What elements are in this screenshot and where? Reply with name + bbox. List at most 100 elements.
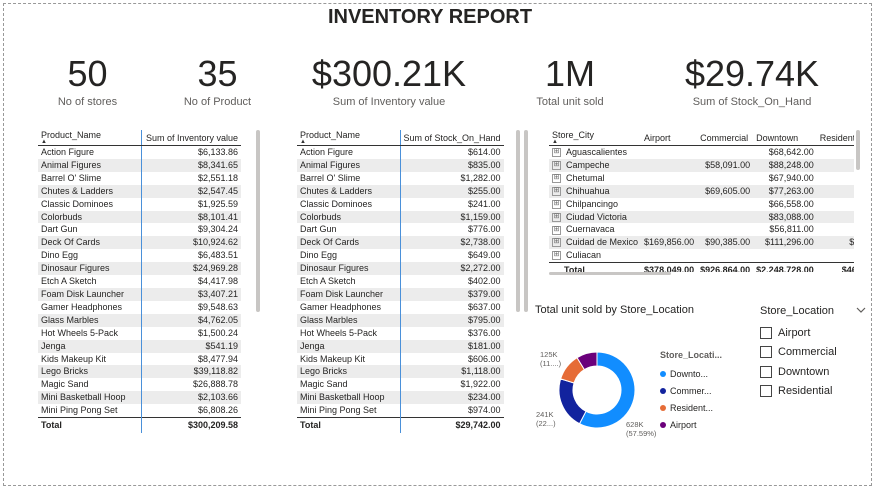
- expand-icon[interactable]: ⊞: [552, 186, 561, 196]
- matrix-horizontal-scrollbar[interactable]: [549, 272, 671, 275]
- table-row[interactable]: Dino Egg $6,483.51: [38, 249, 241, 263]
- expand-icon[interactable]: ⊞: [552, 161, 561, 171]
- column-header-store-city[interactable]: Store_City ▲: [549, 130, 642, 146]
- matrix-left-scrollbar[interactable]: [524, 130, 528, 312]
- column-header-commercial[interactable]: Commercial: [697, 130, 754, 146]
- table-row[interactable]: Magic Sand $1,922.00: [297, 378, 504, 392]
- table-row[interactable]: Foam Disk Launcher $379.00: [297, 287, 504, 301]
- table-row[interactable]: Dinosaur Figures $2,272.00: [297, 262, 504, 276]
- table-row[interactable]: Chutes & Ladders $255.00: [297, 184, 504, 198]
- table-row[interactable]: Classic Dominoes $1,925.59: [38, 197, 241, 211]
- matrix-row[interactable]: ⊞ Aguascalientes $68,642.00: [549, 146, 854, 159]
- expand-icon[interactable]: ⊞: [552, 212, 561, 222]
- table-row[interactable]: Animal Figures $8,341.65: [38, 158, 241, 172]
- table-row[interactable]: Mini Basketball Hoop $234.00: [297, 391, 504, 405]
- column-header-stock-on-hand[interactable]: Sum of Stock_On_Hand: [400, 130, 504, 146]
- table-row[interactable]: Action Figure $614.00: [297, 145, 504, 159]
- table-row[interactable]: Hot Wheels 5-Pack $1,500.24: [38, 326, 241, 340]
- table-row[interactable]: Classic Dominoes $241.00: [297, 197, 504, 211]
- product-name-cell: Kids Makeup Kit: [38, 352, 142, 366]
- table-row[interactable]: Dart Gun $776.00: [297, 223, 504, 237]
- column-header-airport[interactable]: Airport: [641, 130, 698, 146]
- column-header-downtown[interactable]: Downtown: [753, 130, 817, 146]
- table-row[interactable]: Gamer Headphones $637.00: [297, 300, 504, 314]
- table1-scrollbar[interactable]: [256, 130, 260, 312]
- column-header-residential[interactable]: Residential: [816, 130, 854, 146]
- legend-item-residential[interactable]: Resident...: [660, 399, 722, 416]
- table-row[interactable]: Magic Sand $26,888.78: [38, 378, 241, 392]
- table-row[interactable]: Action Figure $6,133.86: [38, 145, 241, 159]
- stock-on-hand-table[interactable]: Product_Name ▲ Sum of Stock_On_Hand Actio…: [297, 130, 504, 434]
- expand-icon[interactable]: ⊞: [552, 148, 561, 158]
- checkbox[interactable]: [760, 326, 772, 339]
- slicer-option-commercial[interactable]: Commercial: [760, 343, 866, 363]
- expand-icon[interactable]: ⊞: [552, 251, 561, 261]
- legend-item-airport[interactable]: Airport: [660, 416, 722, 433]
- table-row[interactable]: Barrel O' Slime $2,551.18: [38, 171, 241, 185]
- table-row[interactable]: Barrel O' Slime $1,282.00: [297, 171, 504, 185]
- table-row[interactable]: Dart Gun $9,304.24: [38, 223, 241, 237]
- matrix-row[interactable]: ⊞ Campeche $58,091.00 $88,248.00: [549, 158, 854, 172]
- matrix-row[interactable]: ⊞ Chetumal $67,940.00: [549, 172, 854, 185]
- checkbox[interactable]: [760, 346, 772, 359]
- value-cell: [817, 172, 854, 185]
- table-row[interactable]: Animal Figures $835.00: [297, 158, 504, 172]
- slicer-option-downtown[interactable]: Downtown: [760, 362, 866, 382]
- chevron-down-icon[interactable]: [856, 305, 866, 315]
- table-row[interactable]: Mini Basketball Hoop $2,103.66: [38, 391, 241, 405]
- table-row[interactable]: Foam Disk Launcher $3,407.21: [38, 287, 241, 301]
- expand-icon[interactable]: ⊞: [552, 173, 561, 183]
- table-row[interactable]: Hot Wheels 5-Pack $376.00: [297, 326, 504, 340]
- table-row[interactable]: Kids Makeup Kit $606.00: [297, 352, 504, 366]
- table-row[interactable]: Deck Of Cards $2,738.00: [297, 236, 504, 250]
- table-row[interactable]: Dinosaur Figures $24,969.28: [38, 262, 241, 276]
- table-row[interactable]: Glass Marbles $4,762.05: [38, 313, 241, 327]
- table2-scrollbar[interactable]: [516, 130, 520, 312]
- kpi-label: Sum of Inventory value: [332, 96, 446, 108]
- total-label: Total: [549, 262, 642, 272]
- slicer-option-residential[interactable]: Residential: [760, 382, 866, 402]
- table-row[interactable]: Gamer Headphones $9,548.63: [38, 300, 241, 314]
- legend-item-commercial[interactable]: Commer...: [660, 382, 722, 399]
- table-row[interactable]: Colorbuds $8,101.41: [38, 210, 241, 224]
- checkbox[interactable]: [760, 385, 772, 398]
- product-name-cell: Mini Ping Pong Set: [38, 404, 142, 418]
- inventory-value-table[interactable]: Product_Name ▲ Sum of Inventory value Act…: [38, 130, 241, 434]
- table-row[interactable]: Lego Bricks $1,118.00: [297, 365, 504, 379]
- table-row[interactable]: Jenga $541.19: [38, 339, 241, 353]
- column-header-product[interactable]: Product_Name ▲: [297, 130, 401, 146]
- table-row[interactable]: Kids Makeup Kit $8,477.94: [38, 352, 241, 366]
- column-header-inventory-value[interactable]: Sum of Inventory value: [141, 130, 241, 146]
- table-row[interactable]: Jenga $181.00: [297, 339, 504, 353]
- table-row[interactable]: Chutes & Ladders $2,547.45: [38, 184, 241, 198]
- checkbox[interactable]: [760, 365, 772, 378]
- matrix-row[interactable]: ⊞ Cuernavaca $56,811.00: [549, 223, 854, 236]
- expand-icon[interactable]: ⊞: [552, 238, 561, 248]
- store-city-matrix[interactable]: Store_City ▲ Airport Commercial Downtown …: [549, 130, 854, 272]
- value-cell: $8,477.94: [197, 353, 238, 364]
- table-row[interactable]: Etch A Sketch $4,417.98: [38, 275, 241, 288]
- matrix-vertical-scrollbar[interactable]: [856, 130, 860, 170]
- table-row[interactable]: Deck Of Cards $10,924.62: [38, 236, 241, 250]
- expand-icon[interactable]: ⊞: [552, 225, 561, 235]
- expand-icon[interactable]: ⊞: [552, 199, 561, 209]
- matrix-row[interactable]: ⊞ Chilpancingo $66,558.00: [549, 198, 854, 211]
- value-cell: $26,888.78: [192, 379, 238, 390]
- column-header-product[interactable]: Product_Name ▲: [38, 130, 142, 146]
- table-row[interactable]: Etch A Sketch $402.00: [297, 275, 504, 288]
- table-row[interactable]: Glass Marbles $795.00: [297, 313, 504, 327]
- table-row[interactable]: Dino Egg $649.00: [297, 249, 504, 263]
- table-row[interactable]: Mini Ping Pong Set $6,808.26: [38, 404, 241, 418]
- legend-item-downtown[interactable]: Downto...: [660, 365, 722, 382]
- table-row[interactable]: Mini Ping Pong Set $974.00: [297, 404, 504, 418]
- table-row[interactable]: Colorbuds $1,159.00: [297, 210, 504, 224]
- matrix-row[interactable]: ⊞ Culiacan: [549, 249, 854, 262]
- donut-label-residential: 125K (11....): [540, 350, 562, 368]
- table-row[interactable]: Lego Bricks $39,118.82: [38, 365, 241, 379]
- product-name-cell: Animal Figures: [297, 158, 401, 172]
- slicer-option-airport[interactable]: Airport: [760, 323, 866, 343]
- matrix-row[interactable]: ⊞ Cuidad de Mexico $169,856.00 $90,385.00 $1…: [549, 236, 854, 250]
- matrix-row[interactable]: ⊞ Ciudad Victoria $83,088.00: [549, 210, 854, 224]
- matrix-row[interactable]: ⊞ Chihuahua $69,605.00 $77,263.00: [549, 184, 854, 198]
- slice-commercial[interactable]: [558, 378, 587, 425]
